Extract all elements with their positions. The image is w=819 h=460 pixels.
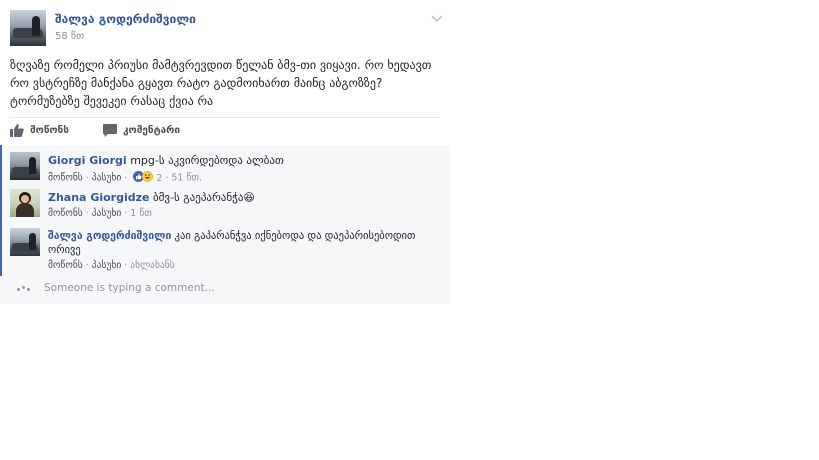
avatar[interactable] xyxy=(10,152,40,180)
typing-indicator: Someone is typing a comment... xyxy=(17,282,215,294)
comment-button-label: კომენტარი xyxy=(123,125,181,136)
reactions[interactable]: 2 xyxy=(133,170,162,185)
comment-time[interactable]: 1 წთ xyxy=(130,208,152,219)
chevron-down-icon[interactable] xyxy=(430,10,444,24)
comment-time[interactable]: ახლახანს xyxy=(130,260,174,271)
post-text-line: რო ვსტრეჩზე მანქანა გყავთ რატო გადმოიხარ… xyxy=(10,76,383,90)
post-timestamp[interactable]: 58 წთ xyxy=(55,31,84,42)
comment-text-continued: ორივე xyxy=(48,244,81,256)
haha-reaction-icon xyxy=(142,170,154,185)
comment-author[interactable]: Giorgi Giorgi xyxy=(48,154,127,167)
comment-text: mpg-ს აკვირდებოდა ალბათ xyxy=(130,154,284,167)
divider xyxy=(10,117,440,118)
typing-text: Someone is typing a comment... xyxy=(44,282,215,294)
comment-author[interactable]: შალვა გოდერძიშვილი xyxy=(48,230,171,242)
comment-time[interactable]: 51 წთ. xyxy=(171,173,202,184)
thumbs-up-icon xyxy=(10,124,24,137)
post-author-name[interactable]: შალვა გოდერძიშვილი xyxy=(55,12,196,26)
comment-button[interactable]: კომენტარი xyxy=(103,124,180,137)
comment-reply-link[interactable]: პასუხი xyxy=(92,173,121,184)
comment-reply-link[interactable]: პასუხი xyxy=(92,208,121,219)
typing-dots-icon xyxy=(17,285,30,291)
post-text: ზღვაზე რომელი პრიუსი მამტვრევდით წელან ბ… xyxy=(10,56,442,110)
comment-like-link[interactable]: მოწონს xyxy=(48,208,83,219)
comment-author[interactable]: Zhana Giorgidze xyxy=(48,191,149,204)
comment-like-link[interactable]: მოწონს xyxy=(48,173,83,184)
post-header: შალვა გოდერძიშვილი 58 წთ xyxy=(10,10,443,46)
comments-section: Giorgi Giorgi mpg-ს აკვირდებოდა ალბათ მო… xyxy=(0,145,450,304)
comment-like-link[interactable]: მოწონს xyxy=(48,260,83,271)
feed-post: შალვა გოდერძიშვილი 58 წთ ზღვაზე რომელი პ… xyxy=(0,0,450,304)
comment-text: კაი გაპარანჭვა იქნებოდა და დაეპარისებოდი… xyxy=(174,230,416,242)
like-button[interactable]: მოწონს xyxy=(10,124,69,137)
avatar[interactable] xyxy=(10,228,40,256)
laughing-emoji-icon: 😆 xyxy=(243,191,255,204)
post-actions: მოწონს კომენტარი xyxy=(10,124,440,140)
avatar[interactable] xyxy=(10,189,40,217)
post-text-line: ტორმუზებზე შევეკეი რასაც ქვია რა xyxy=(10,94,214,108)
comment-reply-link[interactable]: პასუხი xyxy=(92,260,121,271)
comment-bubble-icon xyxy=(103,124,117,137)
author-avatar[interactable] xyxy=(10,10,46,46)
post-text-line: ზღვაზე რომელი პრიუსი მამტვრევდით წელან ბ… xyxy=(10,58,432,72)
like-button-label: მოწონს xyxy=(30,125,69,136)
comments-accent-bar xyxy=(0,145,2,276)
comment-text: ბმვ-ს გაეპარანჭა xyxy=(152,191,244,204)
